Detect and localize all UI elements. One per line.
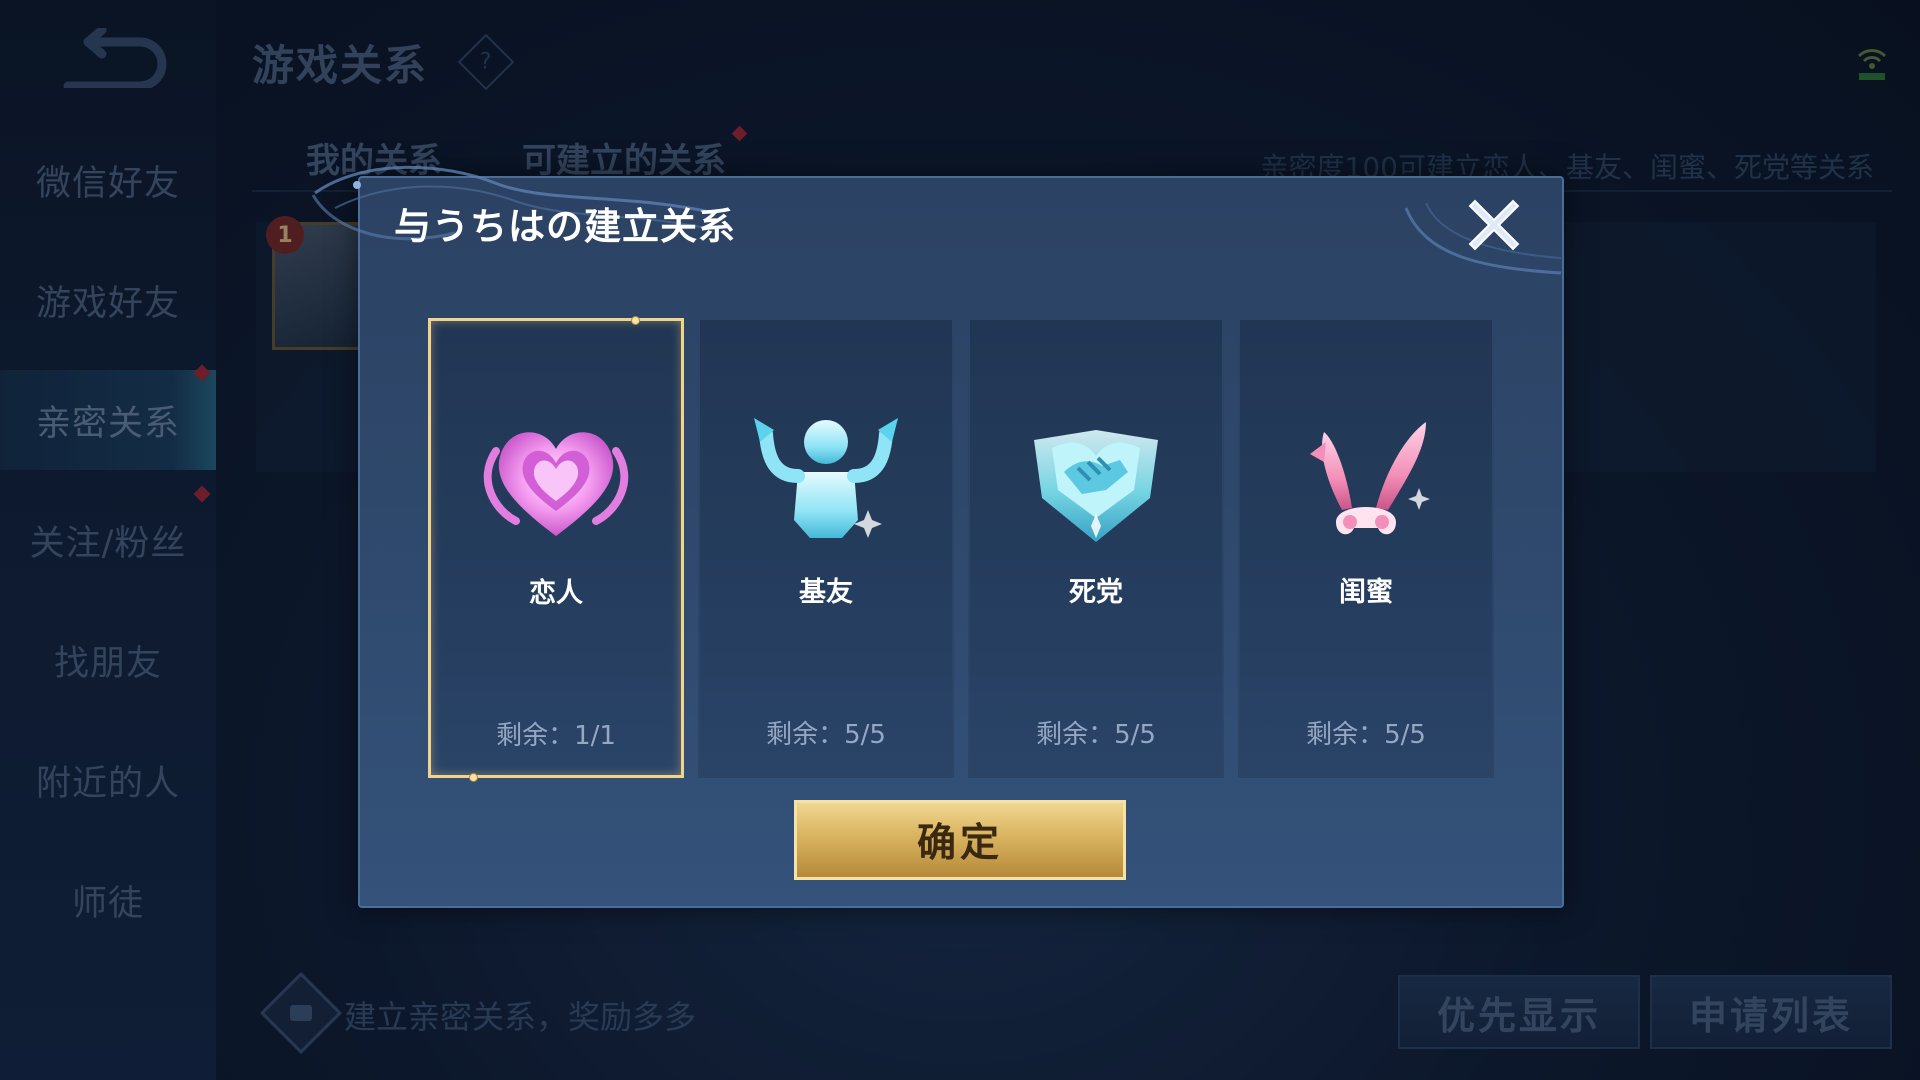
- selection-corner-sparkle: [631, 316, 640, 325]
- heart-icon: [483, 432, 629, 536]
- close-icon: [1468, 199, 1520, 251]
- relation-name: 基友: [799, 577, 853, 608]
- relation-card-sworn-friend[interactable]: 死党 剩余：5/5: [968, 318, 1224, 778]
- relation-remaining: 剩余：5/5: [1306, 720, 1426, 750]
- relation-card-buddy[interactable]: 基友 剩余：5/5: [698, 318, 954, 778]
- flexing-buddy-icon: [754, 418, 898, 538]
- confirm-button-label: 确定: [916, 821, 1003, 866]
- close-button[interactable]: [1464, 195, 1524, 255]
- relation-remaining: 剩余：5/5: [1036, 720, 1156, 750]
- relation-name: 恋人: [529, 578, 583, 609]
- dialog-title: 与うちはの建立关系: [394, 205, 736, 248]
- relation-name: 死党: [1069, 577, 1123, 608]
- relation-remaining: 剩余：1/1: [496, 721, 616, 751]
- establish-relation-dialog: 与うちはの建立关系 恋人 剩余：1/1 基友 剩余：5/5 死党 剩余：5/5 …: [311, 165, 1564, 908]
- handshake-icon: [1034, 430, 1158, 542]
- relation-remaining: 剩余：5/5: [766, 720, 886, 750]
- relation-card-lover[interactable]: 恋人 剩余：1/1: [428, 316, 684, 782]
- selection-corner-sparkle: [469, 773, 478, 782]
- bunny-ears-icon: [1310, 422, 1430, 535]
- relation-card-bestie[interactable]: 闺蜜 剩余：5/5: [1238, 318, 1494, 778]
- relation-name: 闺蜜: [1339, 577, 1393, 608]
- confirm-button[interactable]: 确定: [794, 800, 1126, 880]
